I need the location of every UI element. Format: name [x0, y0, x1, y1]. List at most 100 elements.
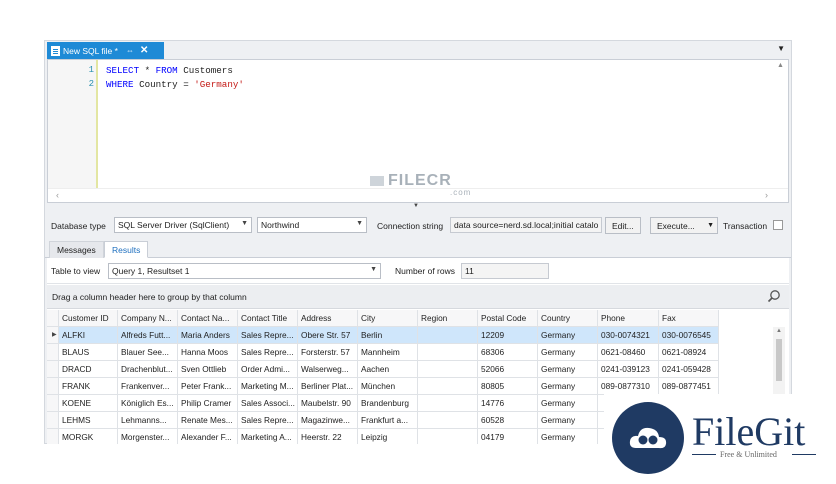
grid-cell[interactable]: Aachen	[358, 361, 418, 378]
table-row[interactable]: DRACD Drachenblut... Sven Ottlieb Order Adm…	[47, 361, 727, 378]
grid-cell[interactable]: 60528	[478, 412, 538, 429]
edit-button[interactable]: Edit...	[605, 217, 641, 234]
grid-cell[interactable]: BLAUS	[59, 344, 118, 361]
grid-cell[interactable]	[418, 344, 478, 361]
editor-horizontal-scrollbar[interactable]: ‹ ›	[48, 188, 788, 202]
grid-cell[interactable]: Frankfurt a...	[358, 412, 418, 429]
grid-cell[interactable]: Sales Repre...	[238, 344, 298, 361]
grid-cell[interactable]: Königlich Es...	[118, 395, 178, 412]
grid-cell[interactable]: Germany	[538, 429, 598, 444]
grid-cell[interactable]: 68306	[478, 344, 538, 361]
row-indicator[interactable]	[47, 395, 59, 412]
table-row[interactable]: ▶ ALFKI Alfreds Futt... Maria Anders Sales R…	[47, 327, 727, 344]
grid-cell[interactable]: 80805	[478, 378, 538, 395]
grid-cell[interactable]: DRACD	[59, 361, 118, 378]
grid-cell[interactable]: Germany	[538, 327, 598, 344]
document-tab[interactable]: New SQL file * ⇔ ✕	[47, 42, 164, 59]
code-line-1[interactable]: SELECT * FROM Customers	[106, 65, 233, 76]
row-indicator[interactable]	[47, 412, 59, 429]
grid-cell[interactable]: 0241-059428	[659, 361, 719, 378]
grid-cell[interactable]: Germany	[538, 378, 598, 395]
grid-cell[interactable]: 14776	[478, 395, 538, 412]
grid-cell[interactable]	[418, 361, 478, 378]
grid-cell[interactable]	[418, 395, 478, 412]
grid-cell[interactable]: 030-0074321	[598, 327, 659, 344]
chevron-down-icon[interactable]: ▼	[707, 222, 714, 229]
grid-cell[interactable]: 089-0877310	[598, 378, 659, 395]
grid-cell[interactable]: Frankenver...	[118, 378, 178, 395]
execute-button[interactable]: Execute... ▼	[650, 217, 718, 234]
grid-cell[interactable]: Forsterstr. 57	[298, 344, 358, 361]
row-indicator[interactable]	[47, 361, 59, 378]
column-header[interactable]: Company N...	[118, 310, 178, 327]
column-header[interactable]: Customer ID	[59, 310, 118, 327]
row-indicator[interactable]: ▶	[47, 327, 59, 344]
grid-cell[interactable]: Mannheim	[358, 344, 418, 361]
table-row[interactable]: BLAUS Blauer See... Hanna Moos Sales Repre.…	[47, 344, 727, 361]
column-header[interactable]: Fax	[659, 310, 719, 327]
grid-cell[interactable]: LEHMS	[59, 412, 118, 429]
grid-cell[interactable]: 030-0076545	[659, 327, 719, 344]
grid-cell[interactable]: Lehmanns...	[118, 412, 178, 429]
row-indicator[interactable]	[47, 429, 59, 444]
scroll-up-icon[interactable]: ▲	[776, 328, 782, 334]
grid-cell[interactable]: Magazinwe...	[298, 412, 358, 429]
scroll-left-icon[interactable]: ‹	[56, 190, 59, 200]
panel-splitter[interactable]: ▼	[45, 203, 791, 212]
grid-cell[interactable]: 12209	[478, 327, 538, 344]
database-type-select[interactable]: SQL Server Driver (SqlClient) ▼	[114, 217, 252, 233]
close-icon[interactable]: ✕	[140, 45, 148, 56]
grid-cell[interactable]: 0621-08460	[598, 344, 659, 361]
grid-cell[interactable]: Brandenburg	[358, 395, 418, 412]
grid-cell[interactable]: ALFKI	[59, 327, 118, 344]
grid-cell[interactable]: Renate Mes...	[178, 412, 238, 429]
row-indicator[interactable]	[47, 378, 59, 395]
column-header[interactable]: Address	[298, 310, 358, 327]
grid-cell[interactable]: 04179	[478, 429, 538, 444]
grid-cell[interactable]: 52066	[478, 361, 538, 378]
column-header[interactable]: Phone	[598, 310, 659, 327]
grid-cell[interactable]: MORGK	[59, 429, 118, 444]
group-by-bar[interactable]: Drag a column header here to group by th…	[47, 285, 789, 309]
grid-cell[interactable]: Drachenblut...	[118, 361, 178, 378]
grid-cell[interactable]: KOENE	[59, 395, 118, 412]
column-header[interactable]: Postal Code	[478, 310, 538, 327]
grid-cell[interactable]: Peter Frank...	[178, 378, 238, 395]
grid-cell[interactable]: FRANK	[59, 378, 118, 395]
grid-cell[interactable]: Berlin	[358, 327, 418, 344]
grid-cell[interactable]: Germany	[538, 361, 598, 378]
grid-cell[interactable]: Germany	[538, 412, 598, 429]
grid-cell[interactable]: Berliner Plat...	[298, 378, 358, 395]
grid-cell[interactable]: Heerstr. 22	[298, 429, 358, 444]
grid-cell[interactable]: Marketing M...	[238, 378, 298, 395]
grid-cell[interactable]: München	[358, 378, 418, 395]
column-header[interactable]: Contact Na...	[178, 310, 238, 327]
grid-cell[interactable]: Alexander F...	[178, 429, 238, 444]
pin-icon[interactable]: ⇔	[126, 46, 134, 55]
grid-cell[interactable]	[418, 327, 478, 344]
table-row[interactable]: FRANK Frankenver... Peter Frank... Marketin…	[47, 378, 727, 395]
row-indicator[interactable]	[47, 344, 59, 361]
scroll-up-icon[interactable]: ▲	[777, 62, 784, 69]
tab-results[interactable]: Results	[104, 241, 149, 258]
grid-cell[interactable]: Philip Cramer	[178, 395, 238, 412]
column-header[interactable]: Contact Title	[238, 310, 298, 327]
grid-cell[interactable]: Hanna Moos	[178, 344, 238, 361]
search-icon[interactable]	[767, 289, 781, 303]
database-select[interactable]: Northwind ▼	[257, 217, 367, 233]
table-to-view-select[interactable]: Query 1, Resultset 1 ▼	[108, 263, 381, 279]
grid-cell[interactable]: Alfreds Futt...	[118, 327, 178, 344]
tab-list-dropdown-icon[interactable]: ▼	[777, 44, 785, 53]
code-line-2[interactable]: WHERE Country = 'Germany'	[106, 79, 244, 90]
grid-cell[interactable]: Leipzig	[358, 429, 418, 444]
grid-cell[interactable]: Sven Ottlieb	[178, 361, 238, 378]
grid-cell[interactable]: Sales Associ...	[238, 395, 298, 412]
grid-cell[interactable]	[418, 378, 478, 395]
grid-cell[interactable]: Sales Repre...	[238, 327, 298, 344]
row-indicator[interactable]	[47, 310, 59, 327]
editor-vertical-scrollbar[interactable]: ▲	[774, 60, 788, 188]
grid-cell[interactable]: Marketing A...	[238, 429, 298, 444]
grid-cell[interactable]: Obere Str. 57	[298, 327, 358, 344]
grid-cell[interactable]: Order Admi...	[238, 361, 298, 378]
grid-cell[interactable]: Walserweg...	[298, 361, 358, 378]
